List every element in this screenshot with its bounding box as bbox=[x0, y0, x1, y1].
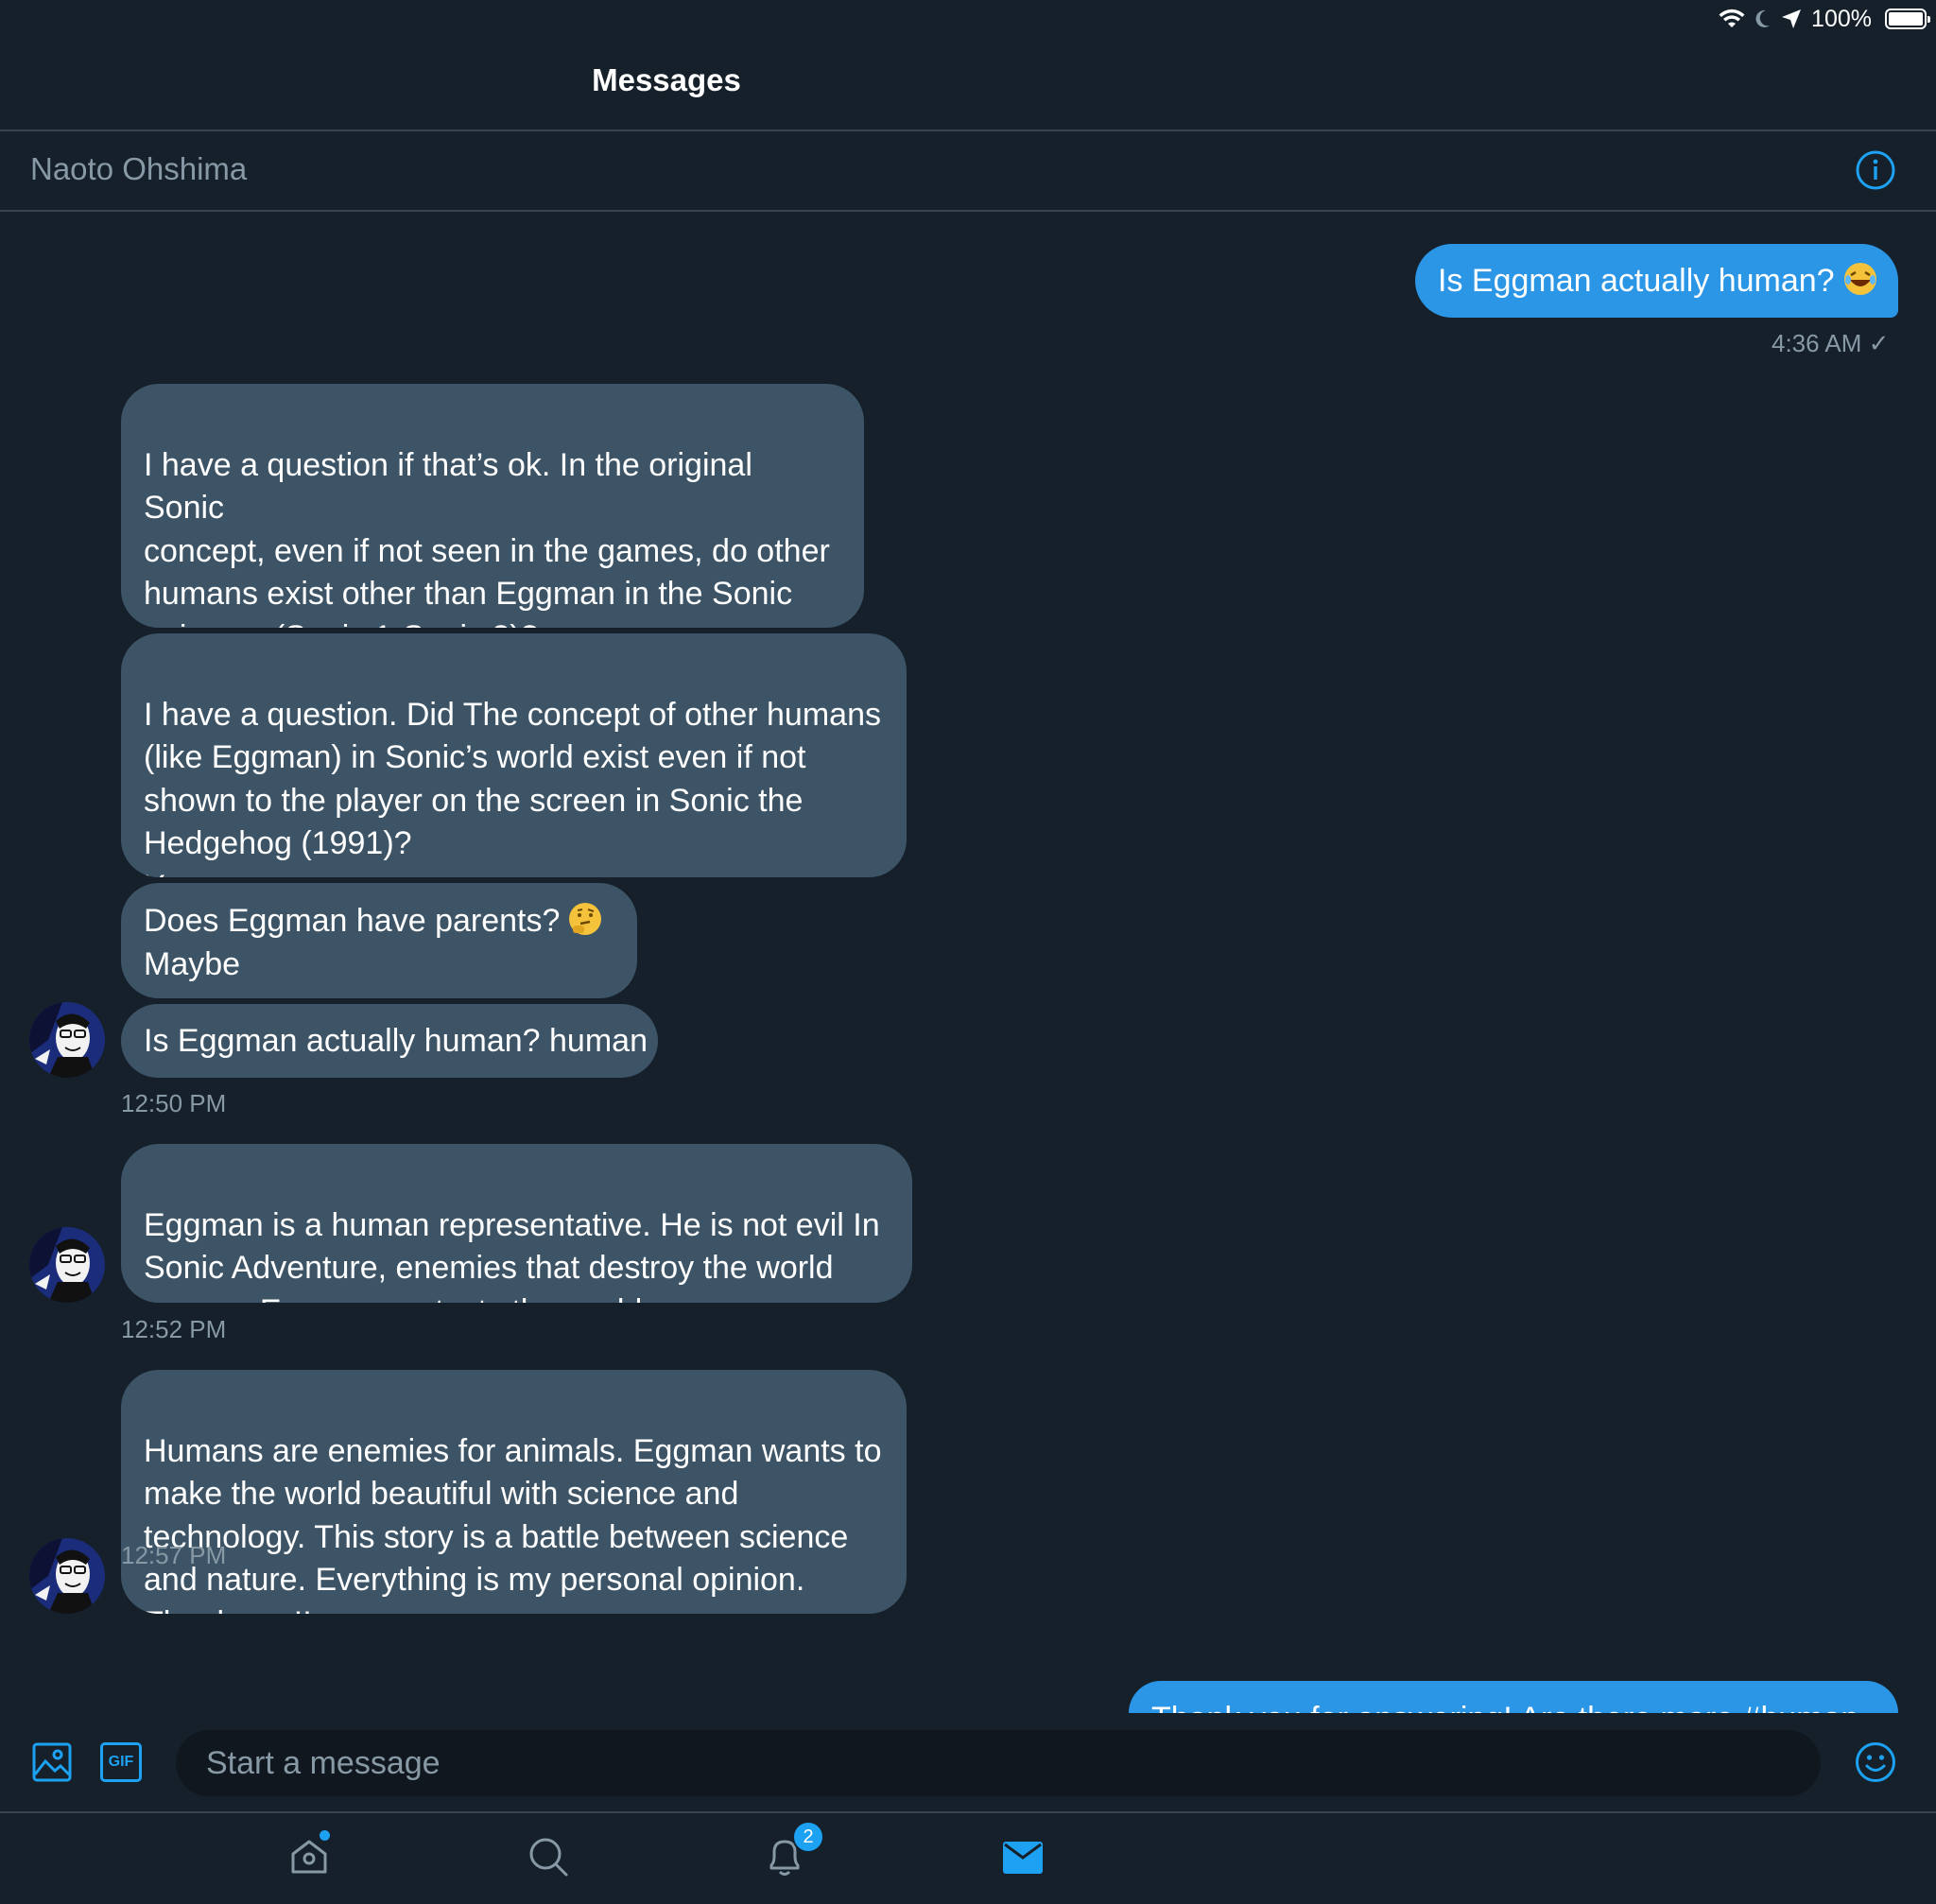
info-icon[interactable] bbox=[1855, 149, 1896, 191]
received-message-bubble[interactable]: Eggman is a human representative. He is … bbox=[121, 1144, 912, 1303]
message-text: Maybe bbox=[144, 945, 241, 982]
conversation-name[interactable]: Naoto Ohshima bbox=[30, 151, 247, 187]
message-timestamp: 12:57 PM bbox=[121, 1541, 227, 1569]
message-text: Eggman is a human representative. He is … bbox=[144, 1206, 880, 1304]
avatar[interactable] bbox=[29, 1227, 105, 1303]
moon-icon bbox=[1755, 9, 1771, 27]
message-timestamp: 4:36 AM ✓ bbox=[1772, 329, 1890, 357]
received-message-bubble[interactable]: I have a question if that’s ok. In the o… bbox=[121, 384, 864, 628]
page-title: Messages bbox=[592, 62, 741, 97]
avatar[interactable] bbox=[29, 1002, 105, 1078]
message-text: Does Eggman have parents? bbox=[144, 903, 561, 939]
message-text: Humans are enemies for animals. Eggman w… bbox=[144, 1432, 882, 1615]
wifi-icon bbox=[1719, 9, 1745, 27]
message-text: Is Eggman actually human? bbox=[1438, 263, 1835, 299]
conversation-divider bbox=[0, 210, 1936, 212]
message-input[interactable]: Start a message bbox=[176, 1730, 1821, 1796]
message-text: Thank you for answering! Are there more … bbox=[1151, 1701, 1858, 1713]
image-icon[interactable] bbox=[32, 1742, 72, 1782]
message-input-placeholder: Start a message bbox=[206, 1744, 441, 1781]
received-message-bubble[interactable]: Is Eggman actually human? human bbox=[121, 1004, 658, 1078]
emoji-icon[interactable] bbox=[1855, 1741, 1896, 1783]
home-unread-dot bbox=[320, 1830, 330, 1841]
notifications-badge: 2 bbox=[792, 1821, 824, 1853]
sent-message-bubble[interactable]: Thank you for answering! Are there more … bbox=[1129, 1681, 1898, 1713]
battery-percentage: 100% bbox=[1811, 5, 1872, 32]
battery-icon bbox=[1885, 9, 1930, 29]
tab-bar: 2 bbox=[0, 1813, 1936, 1904]
avatar-image bbox=[29, 1227, 105, 1303]
received-message-bubble[interactable]: Humans are enemies for animals. Eggman w… bbox=[121, 1370, 907, 1614]
message-text: I have a question if that’s ok. In the o… bbox=[144, 446, 830, 629]
avatar-image bbox=[29, 1538, 105, 1614]
location-arrow-icon bbox=[1782, 9, 1802, 28]
thinking-emoji-icon bbox=[569, 903, 602, 935]
home-icon[interactable] bbox=[289, 1836, 329, 1876]
laughing-emoji-icon bbox=[1843, 263, 1876, 295]
gif-label: GIF bbox=[108, 1754, 134, 1770]
message-text: I have a question. Did The concept of ot… bbox=[144, 696, 881, 878]
header-divider bbox=[0, 130, 1936, 131]
message-timestamp: 12:50 PM bbox=[121, 1089, 227, 1117]
avatar-image bbox=[29, 1002, 105, 1078]
message-timestamp: 12:52 PM bbox=[121, 1315, 227, 1343]
messages-icon[interactable] bbox=[1003, 1842, 1043, 1874]
received-message-bubble[interactable]: I have a question. Did The concept of ot… bbox=[121, 633, 907, 877]
received-message-bubble[interactable]: Does Eggman have parents? Maybe bbox=[121, 883, 637, 998]
search-icon[interactable] bbox=[527, 1836, 569, 1878]
sent-message-bubble[interactable]: Is Eggman actually human? bbox=[1415, 244, 1898, 318]
avatar[interactable] bbox=[29, 1538, 105, 1614]
gif-button[interactable]: GIF bbox=[100, 1742, 142, 1782]
message-text: Is Eggman actually human? human bbox=[144, 1023, 648, 1059]
status-bar: 100% bbox=[1558, 0, 1936, 38]
